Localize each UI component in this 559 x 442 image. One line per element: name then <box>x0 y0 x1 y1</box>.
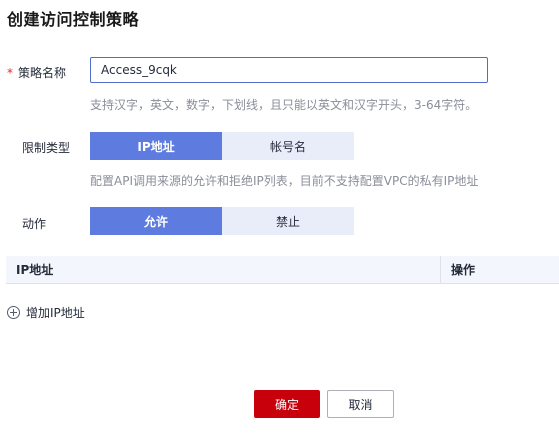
restrict-type-hint: 配置API调用来源的允许和拒绝IP列表，目前不支持配置VPC的私有IP地址 <box>90 174 479 188</box>
action-allow-option[interactable]: 允许 <box>90 207 222 235</box>
add-ip-label: 增加IP地址 <box>26 306 85 320</box>
required-mark: * <box>7 66 13 80</box>
page-title: 创建访问控制策略 <box>7 10 140 29</box>
action-label: 动作 <box>22 217 47 231</box>
policy-name-hint: 支持汉字，英文，数字，下划线，且只能以英文和汉字开头，3-64字符。 <box>90 98 478 112</box>
ip-address-column-header: IP地址 <box>6 256 441 283</box>
policy-name-label: 策略名称 <box>18 66 67 80</box>
add-ip-button[interactable]: 增加IP地址 <box>7 304 85 321</box>
operation-column-header: 操作 <box>451 263 476 277</box>
restrict-type-account-option[interactable]: 帐号名 <box>222 132 354 160</box>
policy-name-label-row: * 策略名称 <box>7 64 66 81</box>
action-deny-option[interactable]: 禁止 <box>222 207 354 235</box>
restrict-type-segmented-control: IP地址 帐号名 <box>90 132 354 160</box>
restrict-type-label: 限制类型 <box>22 141 71 155</box>
action-segmented-control: 允许 禁止 <box>90 207 354 235</box>
confirm-button[interactable]: 确定 <box>254 390 320 418</box>
restrict-type-ip-option[interactable]: IP地址 <box>90 132 222 160</box>
ip-table-header: IP地址 操作 <box>6 256 559 284</box>
cancel-button[interactable]: 取消 <box>327 390 394 418</box>
policy-name-input[interactable] <box>90 57 488 83</box>
plus-circle-icon <box>7 306 20 319</box>
